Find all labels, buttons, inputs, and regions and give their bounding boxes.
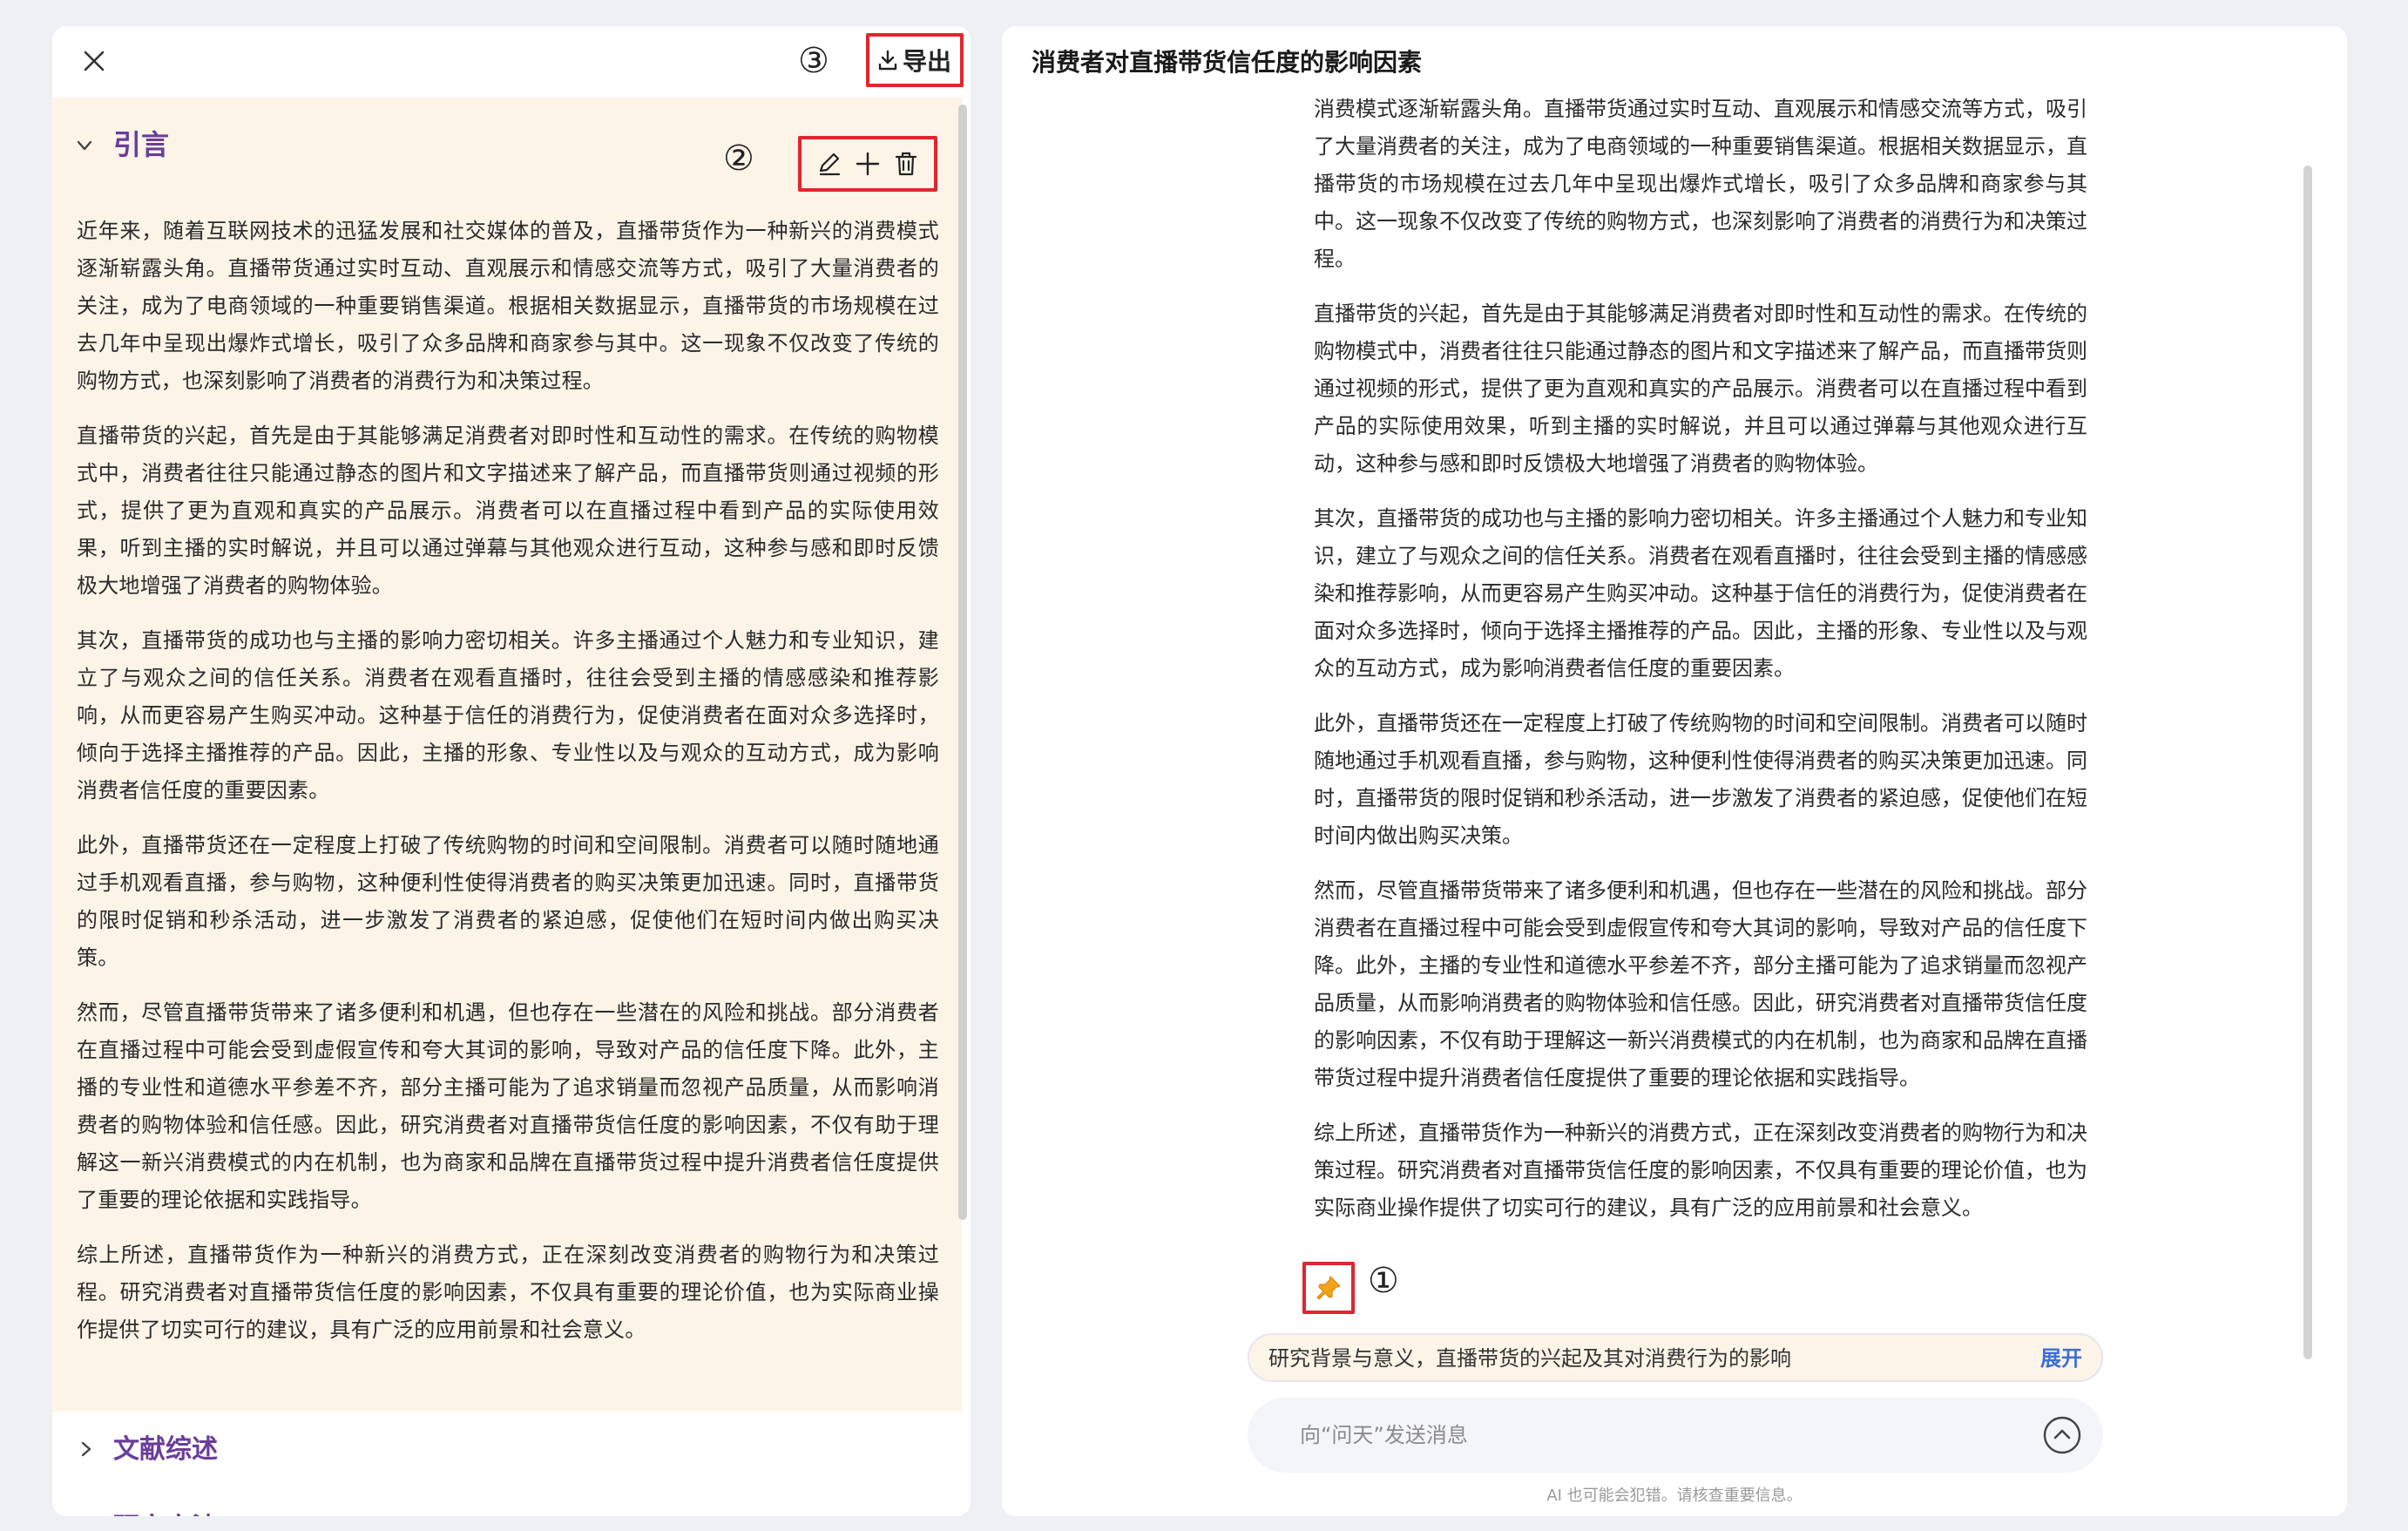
chat-message-content: 消费模式逐渐崭露头角。直播带货通过实时互动、直观展示和情感交流等方式，吸引了大量…	[1314, 91, 2087, 1244]
paragraph: 其次，直播带货的成功也与主播的影响力密切相关。许多主播通过个人魅力和专业知识，建…	[1314, 506, 2087, 681]
annotation-marker-3: ③	[798, 41, 829, 81]
section-title: 研究方法	[113, 1509, 218, 1516]
chat-panel: 消费者对直播带货信任度的影响因素 消费模式逐渐崭露头角。直播带货通过实时互动、直…	[1002, 26, 2347, 1516]
export-button[interactable]: 导出	[876, 44, 955, 77]
send-button[interactable]	[2040, 1413, 2084, 1457]
chevron-right-icon	[81, 1441, 91, 1457]
outline-panel: ③ 导出 引言 ② 近年来，随着互联网技术的迅猛发展和社交媒体的普及，直播带货作…	[52, 26, 971, 1516]
annotation-marker-2: ②	[723, 139, 754, 179]
section-title: 引言	[113, 128, 170, 161]
send-up-icon	[2043, 1416, 2081, 1454]
section-research-methods[interactable]: 研究方法	[52, 1499, 971, 1516]
outline-scrollbar[interactable]	[958, 105, 967, 1220]
export-highlight: 导出	[866, 33, 964, 87]
disclaimer-text: AI 也可能会犯错。请核查重要信息。	[1546, 1487, 1803, 1505]
annotation-marker-1: ①	[1368, 1261, 1399, 1301]
paragraph: 综上所述，直播带货作为一种新兴的消费方式，正在深刻改变消费者的购物行为和决策过程…	[1314, 1121, 2087, 1220]
section-content: 近年来，随着互联网技术的迅猛发展和社交媒体的普及，直播带货作为一种新兴的消费模式…	[77, 213, 939, 1366]
section-title: 文献综述	[113, 1434, 218, 1465]
paragraph: 近年来，随着互联网技术的迅猛发展和社交媒体的普及，直播带货作为一种新兴的消费模式…	[77, 219, 939, 393]
close-button[interactable]	[78, 45, 110, 77]
paragraph: 然而，尽管直播带货带来了诸多便利和机遇，但也存在一些潜在的风险和挑战。部分消费者…	[77, 1000, 939, 1212]
context-reference-bar: 研究背景与意义，直播带货的兴起及其对消费行为的影响 展开	[1248, 1333, 2103, 1382]
section-introduction: 引言 ② 近年来，随着互联网技术的迅猛发展和社交媒体的普及，直播带货作为一种新兴…	[52, 98, 962, 1412]
paragraph: 消费模式逐渐崭露头角。直播带货通过实时互动、直观展示和情感交流等方式，吸引了大量…	[1314, 97, 2087, 271]
section-literature-review[interactable]: 文献综述	[52, 1420, 971, 1481]
paragraph: 直播带货的兴起，首先是由于其能够满足消费者对即时性和互动性的需求。在传统的购物模…	[1314, 301, 2087, 476]
pin-button[interactable]	[1310, 1270, 1347, 1306]
section-actions	[798, 136, 937, 192]
paragraph: 综上所述，直播带货作为一种新兴的消费方式，正在深刻改变消费者的购物行为和决策过程…	[77, 1243, 939, 1342]
message-composer	[1248, 1398, 2103, 1473]
edit-button[interactable]	[813, 147, 846, 180]
add-button[interactable]	[851, 147, 884, 180]
paragraph: 其次，直播带货的成功也与主播的影响力密切相关。许多主播通过个人魅力和专业知识，建…	[77, 628, 939, 803]
chat-scrollbar[interactable]	[2303, 166, 2312, 1359]
export-label: 导出	[903, 47, 952, 76]
paragraph: 然而，尽管直播带货带来了诸多便利和机遇，但也存在一些潜在的风险和挑战。部分消费者…	[1314, 878, 2087, 1090]
context-text: 研究背景与意义，直播带货的兴起及其对消费行为的影响	[1268, 1346, 1791, 1371]
pin-icon	[1316, 1276, 1341, 1300]
section-header[interactable]: 引言 ②	[52, 98, 962, 193]
paragraph: 此外，直播带货还在一定程度上打破了传统购物的时间和空间限制。消费者可以随时随地通…	[1314, 711, 2087, 848]
document-title: 消费者对直播带货信任度的影响因素	[1032, 48, 1423, 77]
pin-highlight	[1302, 1262, 1355, 1314]
paragraph: 此外，直播带货还在一定程度上打破了传统购物的时间和空间限制。消费者可以随时随地通…	[77, 833, 939, 970]
edit-icon	[819, 152, 841, 176]
chevron-down-icon[interactable]	[75, 136, 94, 155]
close-icon	[84, 51, 105, 71]
paragraph: 直播带货的兴起，首先是由于其能够满足消费者对即时性和互动性的需求。在传统的购物模…	[77, 423, 939, 598]
download-icon	[878, 50, 897, 71]
outline-toolbar: ③ 导出	[52, 26, 971, 96]
plus-icon	[856, 152, 880, 176]
message-input[interactable]	[1300, 1415, 1979, 1455]
expand-link[interactable]: 展开	[2040, 1344, 2082, 1373]
delete-button[interactable]	[889, 147, 923, 180]
trash-icon	[895, 152, 917, 176]
